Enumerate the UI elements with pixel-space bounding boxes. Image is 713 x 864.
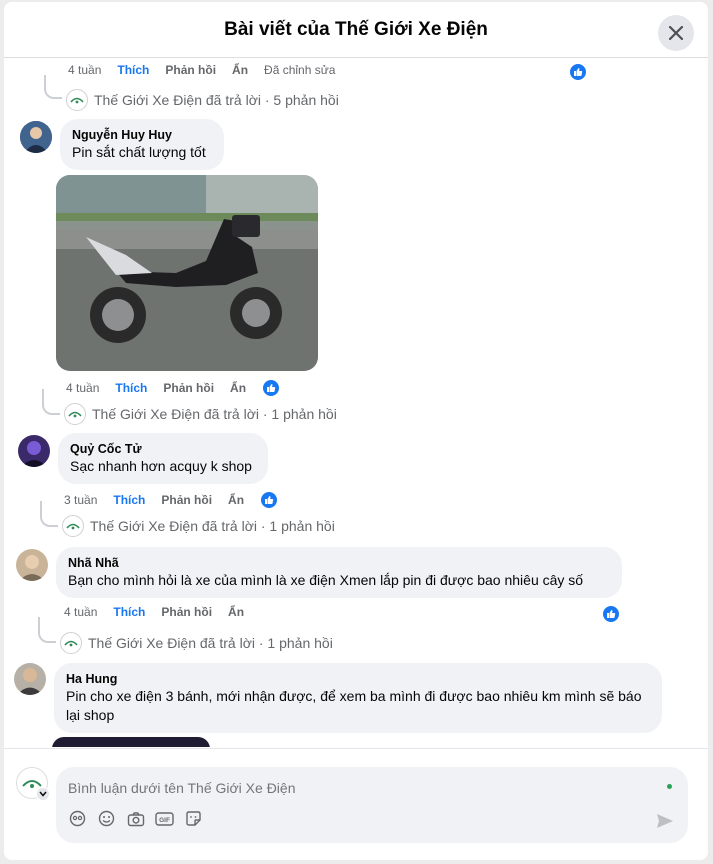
like-reaction-icon[interactable] — [262, 379, 281, 397]
comment-actions: 3 tuần Thích Phản hồi Ẩn — [64, 491, 279, 509]
like-link[interactable]: Thích — [113, 493, 145, 507]
comment-composer-area: GIF — [4, 748, 708, 860]
sticker-icon — [186, 811, 201, 826]
comment-author[interactable]: Nguyễn Huy Huy — [72, 127, 212, 143]
comments-list[interactable]: 4 tuần Thích Phản hồi Ẩn Đã chỉnh sửa Th… — [4, 59, 708, 747]
page-logo-icon — [64, 403, 86, 425]
page-logo-icon — [62, 515, 84, 537]
view-replies-link[interactable]: Thế Giới Xe Điện đã trả lời · 1 phản hồi — [64, 403, 337, 425]
dialog-title: Bài viết của Thế Giới Xe Điện — [224, 19, 488, 40]
reply-link[interactable]: Phản hồi — [165, 63, 216, 77]
like-link[interactable]: Thích — [117, 63, 149, 77]
camera-icon — [127, 811, 144, 826]
comment-photo[interactable] — [56, 175, 318, 371]
close-button[interactable] — [658, 15, 694, 51]
avatar-icon[interactable] — [18, 435, 50, 467]
like-reaction-icon[interactable] — [260, 491, 279, 509]
avatar-icon[interactable] — [14, 663, 46, 695]
hide-link[interactable]: Ẩn — [228, 493, 244, 507]
like-link[interactable]: Thích — [115, 381, 147, 395]
composer-tools: GIF — [68, 809, 203, 828]
sticker-button[interactable] — [184, 809, 203, 828]
comment-time[interactable]: 4 tuần — [68, 63, 101, 77]
avatar-sticker-button[interactable] — [68, 809, 87, 828]
comment-text: Pin cho xe điện 3 bánh, mới nhận được, đ… — [66, 688, 642, 723]
gif-button[interactable]: GIF — [155, 809, 174, 828]
comment-composer: GIF — [56, 767, 688, 843]
comment-time[interactable]: 3 tuần — [64, 493, 97, 507]
hide-link[interactable]: Ẩn — [228, 605, 244, 619]
comment-text: Pin sắt chất lượng tốt — [72, 144, 206, 160]
chevron-down-icon — [39, 791, 47, 797]
post-dialog: Bài viết của Thế Giới Xe Điện 4 tuần Thí… — [4, 2, 708, 860]
thread-connector — [42, 389, 60, 415]
photo-icon — [56, 175, 318, 371]
comment-text: Sạc nhanh hơn acquy k shop — [70, 458, 252, 474]
comment-bubble: Ha Hung Pin cho xe điện 3 bánh, mới nhận… — [54, 663, 662, 733]
view-replies-text: Thế Giới Xe Điện đã trả lời · 1 phản hồi — [92, 406, 337, 422]
edited-label: Đã chỉnh sửa — [264, 63, 336, 77]
comment-actions: 4 tuần Thích Phản hồi Ẩn — [66, 379, 281, 397]
comment-time[interactable]: 4 tuần — [64, 605, 97, 619]
comment-time[interactable]: 4 tuần — [66, 381, 99, 395]
send-button[interactable] — [656, 813, 674, 834]
thread-connector — [44, 75, 62, 99]
view-replies-text: Thế Giới Xe Điện đã trả lời · 5 phản hồi — [94, 92, 339, 108]
reply-link[interactable]: Phản hồi — [161, 605, 212, 619]
comment-photo[interactable] — [52, 737, 210, 747]
like-link[interactable]: Thích — [113, 605, 145, 619]
comment-author[interactable]: Nhã Nhã — [68, 555, 610, 571]
hide-link[interactable]: Ẩn — [230, 381, 246, 395]
avatar-icon[interactable] — [20, 121, 52, 153]
view-replies-link[interactable]: Thế Giới Xe Điện đã trả lời · 1 phản hồi — [60, 632, 333, 654]
like-reaction-icon[interactable] — [569, 63, 587, 81]
comment-bubble: Nguyễn Huy Huy Pin sắt chất lượng tốt — [60, 119, 224, 170]
avatar-icon[interactable] — [16, 549, 48, 581]
emoji-button[interactable] — [97, 809, 116, 828]
reply-link[interactable]: Phản hồi — [163, 381, 214, 395]
comment-actions: 4 tuần Thích Phản hồi Ẩn — [64, 605, 244, 619]
emoji-icon — [98, 810, 115, 827]
comment-author[interactable]: Quỷ Cốc Tử — [70, 441, 256, 457]
comment-text: Bạn cho mình hỏi là xe của mình là xe đi… — [68, 572, 584, 588]
view-replies-text: Thế Giới Xe Điện đã trả lời · 1 phản hồi — [88, 635, 333, 651]
like-reaction-icon[interactable] — [602, 605, 620, 623]
comment-bubble: Nhã Nhã Bạn cho mình hỏi là xe của mình … — [56, 547, 622, 598]
switch-profile-button[interactable] — [36, 787, 50, 801]
thread-connector — [38, 617, 56, 643]
send-icon — [657, 814, 673, 828]
thread-connector — [40, 501, 58, 527]
view-replies-link[interactable]: Thế Giới Xe Điện đã trả lời · 1 phản hồi — [62, 515, 335, 537]
camera-button[interactable] — [126, 809, 145, 828]
gif-icon: GIF — [155, 811, 174, 826]
hide-link[interactable]: Ẩn — [232, 63, 248, 77]
comment-actions: 4 tuần Thích Phản hồi Ẩn Đã chỉnh sửa — [68, 63, 335, 77]
status-dot — [667, 784, 672, 789]
close-icon — [669, 26, 683, 40]
dialog-header: Bài viết của Thế Giới Xe Điện — [4, 2, 708, 58]
comment-input[interactable] — [68, 777, 628, 799]
page-logo-icon — [60, 632, 82, 654]
reply-link[interactable]: Phản hồi — [161, 493, 212, 507]
view-replies-link[interactable]: Thế Giới Xe Điện đã trả lời · 5 phản hồi — [66, 89, 339, 111]
comment-author[interactable]: Ha Hung — [66, 671, 650, 687]
view-replies-text: Thế Giới Xe Điện đã trả lời · 1 phản hồi — [90, 518, 335, 534]
avatar-icon — [69, 810, 86, 827]
svg-text:GIF: GIF — [159, 817, 170, 824]
comment-bubble: Quỷ Cốc Tử Sạc nhanh hơn acquy k shop — [58, 433, 268, 484]
page-logo-icon — [66, 89, 88, 111]
